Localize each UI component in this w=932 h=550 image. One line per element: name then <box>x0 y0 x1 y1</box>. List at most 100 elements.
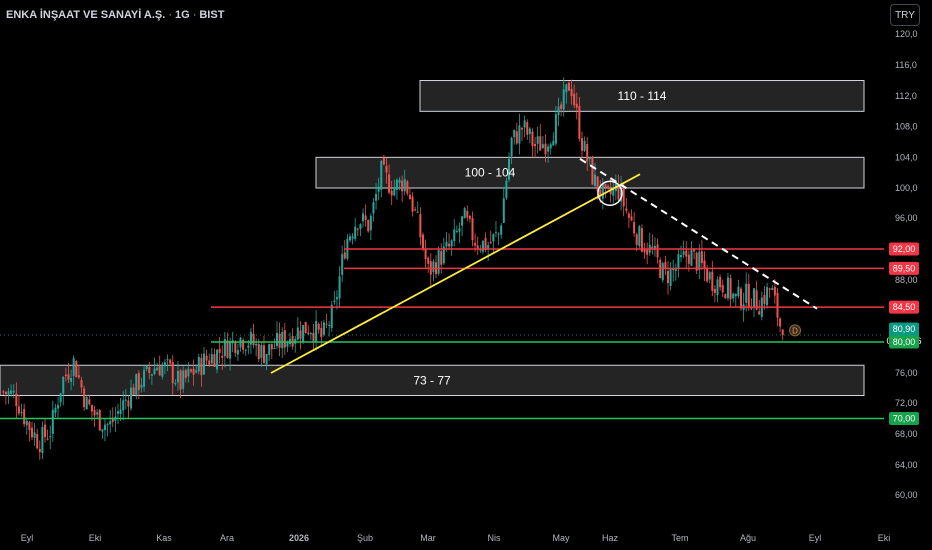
candle-body <box>565 84 568 93</box>
last-price-badge-text: 80,90 <box>893 324 916 334</box>
candle-body <box>83 388 86 408</box>
candle-body <box>706 268 709 282</box>
candle-body <box>734 293 737 297</box>
candle-body <box>732 293 735 299</box>
resistance-badge-text: 92,00 <box>893 244 916 254</box>
candle-body <box>544 143 547 155</box>
candle-body <box>317 324 320 330</box>
candle-body <box>166 359 169 361</box>
candle-body <box>322 322 325 335</box>
candle-body <box>656 244 659 258</box>
candle-body <box>132 387 135 395</box>
candle-body <box>458 228 461 232</box>
support-badge-text: 80,00 <box>893 337 916 347</box>
candle-body <box>62 376 65 394</box>
candle-body <box>299 330 302 339</box>
candle-body <box>567 82 570 91</box>
x-tick-label: Ağu <box>740 533 756 543</box>
candle-body <box>341 254 344 275</box>
candle-body <box>257 343 260 360</box>
candle-body <box>758 311 761 315</box>
y-tick-label: 108,0 <box>895 122 918 132</box>
candle-body <box>421 234 424 249</box>
candle-body <box>2 391 5 393</box>
interval-label[interactable]: 1G <box>175 9 190 21</box>
candle-body <box>466 211 469 218</box>
candle-body <box>401 180 404 192</box>
candle-body <box>497 233 500 235</box>
candle-body <box>575 103 578 108</box>
candle-body <box>265 353 268 365</box>
candle-body <box>145 365 148 370</box>
title-separator: · <box>168 9 172 21</box>
candle-body <box>580 138 583 151</box>
candle-body <box>296 327 299 340</box>
candle-body <box>226 340 229 358</box>
candle-body <box>98 409 101 431</box>
candle-body <box>328 324 331 326</box>
candle-body <box>719 276 722 288</box>
candle-body <box>140 384 143 388</box>
candle-body <box>557 106 560 116</box>
candle-body <box>119 409 122 414</box>
price-chart[interactable]: D 110 - 114 100 - 104 73 - 77 120,0 116,0 11… <box>0 0 932 550</box>
candle-body <box>448 243 451 247</box>
candle-body <box>315 321 318 343</box>
x-tick-label: Eyl <box>809 533 822 543</box>
candle-body <box>143 369 146 387</box>
candle-body <box>72 358 75 376</box>
candle-body <box>4 391 7 394</box>
candle-body <box>562 89 565 110</box>
candle-body <box>726 277 729 299</box>
x-tick-label: Eki <box>878 533 891 543</box>
currency-button[interactable]: TRY <box>890 4 920 26</box>
candle-body <box>75 361 78 378</box>
candle-body <box>229 341 232 359</box>
candle-body <box>630 216 633 221</box>
candle-body <box>189 369 192 372</box>
candle-body <box>367 220 370 232</box>
candle-body <box>403 179 406 192</box>
y-tick-label: 96,00 <box>895 213 918 223</box>
candle-body <box>601 183 604 199</box>
candle-body <box>77 375 80 378</box>
candle-body <box>54 407 57 413</box>
candle-body <box>130 387 133 409</box>
candle-body <box>513 129 516 138</box>
candle-body <box>541 144 544 148</box>
candle-body <box>531 131 534 146</box>
candle-body <box>453 229 456 242</box>
candle-body <box>526 122 529 135</box>
x-tick-label: 2026 <box>289 533 309 543</box>
candle-body <box>635 234 638 245</box>
candle-body <box>103 424 106 431</box>
x-tick-label: May <box>552 533 570 543</box>
candle-body <box>85 396 88 410</box>
candle-body <box>523 120 526 128</box>
x-tick-label: Kas <box>156 533 172 543</box>
candle-body <box>771 287 774 291</box>
candle-body <box>109 421 112 425</box>
candle-body <box>10 390 13 394</box>
candle-body <box>377 186 380 192</box>
candle-body <box>591 156 594 185</box>
candle-body <box>768 288 771 290</box>
candle-body <box>586 144 589 162</box>
x-tick-label: Şub <box>357 533 373 543</box>
candle-body <box>41 426 44 454</box>
y-tick-label: 120,0 <box>895 29 918 39</box>
candle-body <box>70 378 73 382</box>
candle-body <box>234 341 237 353</box>
x-tick-label: Haz <box>602 533 619 543</box>
candle-body <box>414 209 417 211</box>
candle-body <box>184 370 187 378</box>
candle-body <box>781 329 784 336</box>
candle-body <box>200 357 203 376</box>
candle-body <box>333 300 336 302</box>
candle-body <box>432 261 435 273</box>
candle-body <box>445 241 448 247</box>
x-tick-label: Eyl <box>21 533 34 543</box>
candle-body <box>763 294 766 304</box>
candle-body <box>247 345 250 348</box>
y-tick-label: 100,0 <box>895 183 918 193</box>
